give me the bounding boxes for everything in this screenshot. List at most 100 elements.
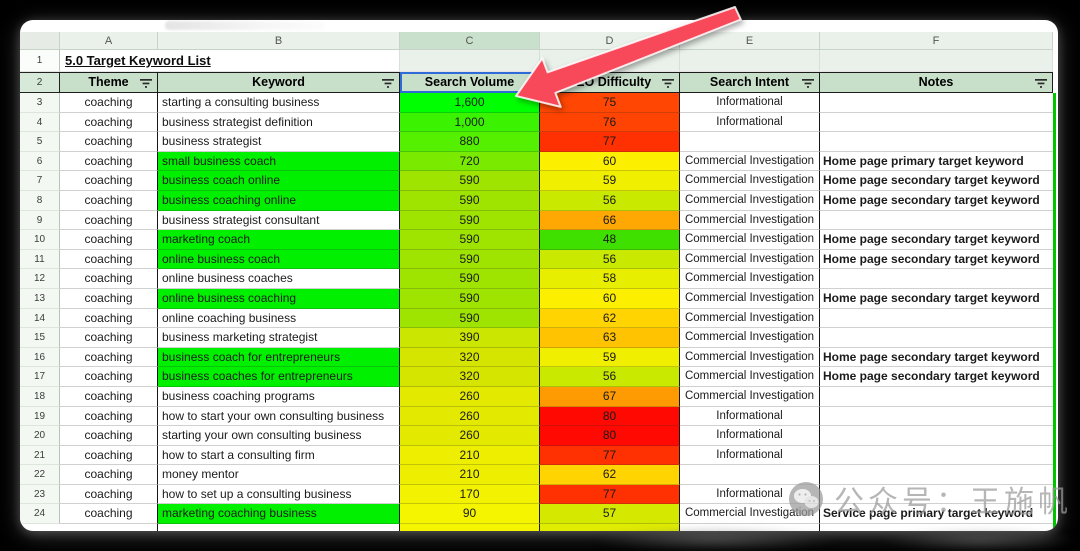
cell-search-volume[interactable] [400,524,540,531]
column-header-B[interactable]: B [158,32,400,50]
cell-notes[interactable] [820,113,1053,133]
cell-keyword[interactable]: online business coach [158,250,400,270]
cell-keyword[interactable]: online coaching business [158,309,400,329]
cell-search-intent[interactable]: Informational [680,113,820,133]
row-number[interactable]: 21 [20,446,60,466]
cell-theme[interactable]: coaching [60,113,158,133]
cell-search-intent[interactable]: Commercial Investigation [680,289,820,309]
cell-seo-difficulty[interactable]: 63 [540,328,680,348]
cell-theme[interactable]: coaching [60,132,158,152]
cell-theme[interactable]: coaching [60,446,158,466]
row-number[interactable]: 2 [20,72,60,93]
cell-theme[interactable]: coaching [60,348,158,368]
cell-theme[interactable]: coaching [60,191,158,211]
cell-search-volume[interactable]: 90 [400,504,540,524]
cell-seo-difficulty[interactable]: 66 [540,211,680,231]
cell-keyword[interactable]: business coach for entrepreneurs [158,348,400,368]
cell-theme[interactable]: coaching [60,211,158,231]
cell-search-volume[interactable]: 590 [400,230,540,250]
cell-search-intent[interactable]: Commercial Investigation [680,191,820,211]
cell-notes[interactable] [820,269,1053,289]
cell-search-volume[interactable]: 720 [400,152,540,172]
row-number[interactable]: 17 [20,367,60,387]
cell-search-volume[interactable]: 590 [400,171,540,191]
cell-theme[interactable]: coaching [60,328,158,348]
column-filter-header-keyword[interactable]: Keyword [158,72,400,93]
row-number[interactable]: 9 [20,211,60,231]
cell-keyword[interactable]: business coach online [158,171,400,191]
row-number[interactable]: 7 [20,171,60,191]
cell-notes[interactable]: Home page secondary target keyword [820,250,1053,270]
cell-seo-difficulty[interactable]: 57 [540,504,680,524]
row-number[interactable]: 16 [20,348,60,368]
cell-search-volume[interactable]: 390 [400,328,540,348]
cell-search-volume[interactable]: 210 [400,465,540,485]
cell-theme[interactable] [60,524,158,531]
cell-theme[interactable]: coaching [60,250,158,270]
cell-notes[interactable] [820,446,1053,466]
row-number[interactable]: 4 [20,113,60,133]
cell-keyword[interactable]: business strategist [158,132,400,152]
cell-search-volume[interactable]: 880 [400,132,540,152]
row-number[interactable]: 5 [20,132,60,152]
cell-theme[interactable]: coaching [60,152,158,172]
cell-search-volume[interactable]: 1,000 [400,113,540,133]
cell-search-volume[interactable]: 590 [400,269,540,289]
cell-search-intent[interactable]: Commercial Investigation [680,211,820,231]
cell-notes[interactable] [820,407,1053,427]
cell-search-volume[interactable]: 590 [400,309,540,329]
cell-keyword[interactable]: business coaches for entrepreneurs [158,367,400,387]
cell-theme[interactable]: coaching [60,289,158,309]
cell-search-intent[interactable]: Commercial Investigation [680,348,820,368]
cell-search-intent[interactable]: Commercial Investigation [680,328,820,348]
cell-keyword[interactable]: marketing coaching business [158,504,400,524]
column-header-A[interactable]: A [60,32,158,50]
cell-search-intent[interactable]: Commercial Investigation [680,387,820,407]
cell-search-intent[interactable]: Commercial Investigation [680,152,820,172]
cell-theme[interactable]: coaching [60,504,158,524]
cell-seo-difficulty[interactable]: 56 [540,191,680,211]
cell-theme[interactable]: coaching [60,485,158,505]
cell-seo-difficulty[interactable]: 56 [540,367,680,387]
cell-seo-difficulty[interactable]: 77 [540,132,680,152]
cell-notes[interactable] [820,211,1053,231]
cell-notes[interactable]: Home page secondary target keyword [820,367,1053,387]
cell-seo-difficulty[interactable]: 59 [540,348,680,368]
cell-seo-difficulty[interactable]: 62 [540,465,680,485]
cell-search-intent[interactable]: Commercial Investigation [680,309,820,329]
cell-theme[interactable]: coaching [60,309,158,329]
cell-seo-difficulty[interactable]: 62 [540,309,680,329]
cell-search-volume[interactable]: 590 [400,250,540,270]
cell-search-intent[interactable]: Commercial Investigation [680,230,820,250]
cell-keyword[interactable]: how to start a consulting firm [158,446,400,466]
row-number[interactable] [20,524,60,531]
cell-notes[interactable]: Home page secondary target keyword [820,171,1053,191]
cell-search-volume[interactable]: 320 [400,367,540,387]
row-number[interactable]: 11 [20,250,60,270]
cell-search-intent[interactable]: Informational [680,446,820,466]
sheet-title-cell[interactable]: 5.0 Target Keyword List [60,50,400,72]
cell-search-intent[interactable] [680,132,820,152]
cell-notes[interactable]: Home page secondary target keyword [820,230,1053,250]
cell-keyword[interactable]: marketing coach [158,230,400,250]
cell-seo-difficulty[interactable]: 59 [540,171,680,191]
filter-icon[interactable] [802,78,814,89]
cell-notes[interactable]: Home page secondary target keyword [820,289,1053,309]
row-number[interactable]: 14 [20,309,60,329]
cell-keyword[interactable]: business strategist definition [158,113,400,133]
cell-seo-difficulty[interactable]: 58 [540,269,680,289]
filter-icon[interactable] [1035,78,1047,89]
row-number[interactable]: 1 [20,50,60,72]
cell-seo-difficulty[interactable]: 80 [540,426,680,446]
cell-keyword[interactable]: business coaching programs [158,387,400,407]
row-number[interactable]: 22 [20,465,60,485]
cell-search-volume[interactable]: 260 [400,426,540,446]
cell-notes[interactable]: Home page secondary target keyword [820,191,1053,211]
row-number[interactable]: 6 [20,152,60,172]
cell-notes[interactable] [820,328,1053,348]
row-number[interactable]: 23 [20,485,60,505]
cell-theme[interactable]: coaching [60,465,158,485]
cell-seo-difficulty[interactable]: 60 [540,289,680,309]
row-number[interactable]: 24 [20,504,60,524]
cell-seo-difficulty[interactable]: 77 [540,446,680,466]
